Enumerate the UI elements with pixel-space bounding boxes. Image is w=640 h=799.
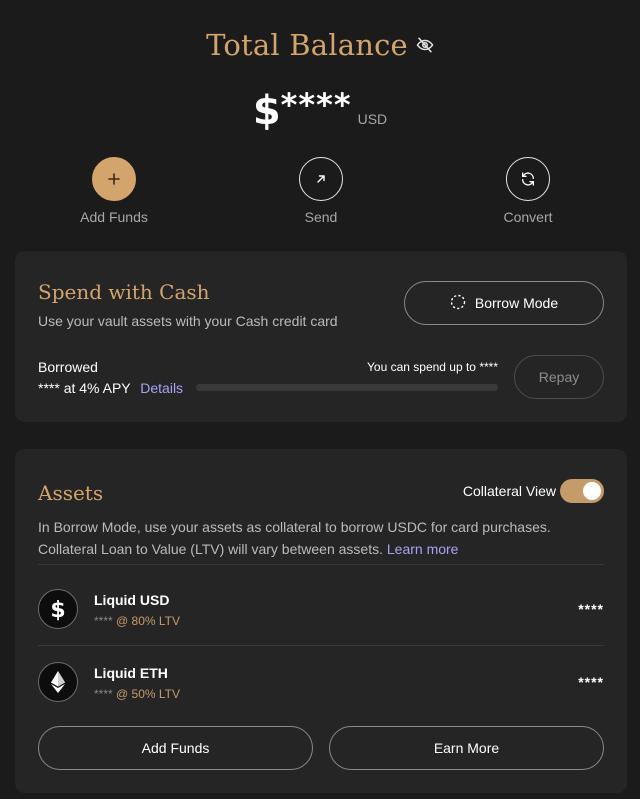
add-funds-action[interactable]: Add Funds	[54, 157, 174, 225]
borrowed-info: **** at 4% APY Details	[38, 380, 183, 396]
borrow-mode-button[interactable]: Borrow Mode	[404, 281, 604, 325]
assets-description-line2: Collateral Loan to Value (LTV) will vary…	[38, 541, 383, 557]
spend-card-title: Spend with Cash	[38, 280, 210, 304]
learn-more-link[interactable]: Learn more	[387, 541, 459, 557]
convert-action[interactable]: Convert	[468, 157, 588, 225]
earn-more-button[interactable]: Earn More	[329, 726, 604, 770]
send-action[interactable]: Send	[261, 157, 381, 225]
asset-amount: ****	[94, 614, 113, 628]
asset-amount: ****	[94, 687, 113, 701]
borrowed-label: Borrowed	[38, 359, 98, 375]
add-funds-action-label: Add Funds	[80, 209, 148, 225]
details-link[interactable]: Details	[140, 380, 183, 396]
total-balance-header: Total Balance	[0, 28, 640, 62]
apy-text: at 4% APY	[63, 380, 131, 396]
spend-card-subtitle: Use your vault assets with your Cash cre…	[38, 313, 338, 329]
spend-limit-text: You can spend up to ****	[367, 360, 498, 374]
arrow-up-right-icon[interactable]	[299, 157, 343, 201]
add-funds-button[interactable]: Add Funds	[38, 726, 313, 770]
balance-amount: $**** USD	[0, 86, 640, 134]
convert-action-label: Convert	[503, 209, 553, 225]
eye-off-icon[interactable]	[416, 27, 434, 61]
collateral-view-toggle[interactable]	[560, 479, 604, 503]
quick-actions: Add Funds Send Convert	[0, 157, 640, 227]
svg-text:$: $	[50, 598, 65, 621]
asset-row-liquid-usd[interactable]: $ Liquid USD **** @ 80% LTV ****	[38, 579, 604, 639]
asset-name: Liquid ETH	[94, 665, 168, 681]
asset-value: ****	[578, 601, 604, 617]
collateral-view-label: Collateral View	[462, 483, 556, 499]
asset-name: Liquid USD	[94, 592, 170, 608]
assets-description-line1: In Borrow Mode, use your assets as colla…	[38, 519, 551, 535]
asset-ltv: **** @ 50% LTV	[94, 687, 180, 701]
currency-unit: USD	[357, 111, 388, 127]
balance-masked-value: ****	[280, 86, 352, 124]
asset-ltv-value: @ 80% LTV	[116, 614, 181, 628]
divider	[38, 645, 604, 646]
total-balance-title: Total Balance	[206, 28, 408, 62]
asset-ltv-value: @ 50% LTV	[116, 687, 181, 701]
asset-ltv: **** @ 80% LTV	[94, 614, 180, 628]
borrow-mode-label: Borrow Mode	[474, 295, 559, 311]
spend-progress-bar	[196, 384, 498, 391]
spend-with-cash-card: Spend with Cash Use your vault assets wi…	[15, 251, 627, 422]
toggle-knob	[583, 482, 601, 500]
assets-card: Assets Collateral View In Borrow Mode, u…	[15, 449, 627, 793]
asset-row-liquid-eth[interactable]: Liquid ETH **** @ 50% LTV ****	[38, 652, 604, 712]
divider	[38, 564, 604, 565]
repay-button[interactable]: Repay	[514, 355, 604, 399]
send-action-label: Send	[304, 209, 338, 225]
refresh-icon[interactable]	[506, 157, 550, 201]
currency-symbol: $	[252, 88, 281, 134]
assets-title: Assets	[38, 481, 104, 505]
plus-icon[interactable]	[92, 157, 136, 201]
borrowed-value: ****	[38, 380, 60, 396]
loading-circle-icon	[450, 294, 466, 313]
dollar-icon: $	[38, 589, 78, 629]
asset-value: ****	[578, 674, 604, 690]
assets-description: In Borrow Mode, use your assets as colla…	[38, 516, 551, 560]
ethereum-icon	[38, 662, 78, 702]
